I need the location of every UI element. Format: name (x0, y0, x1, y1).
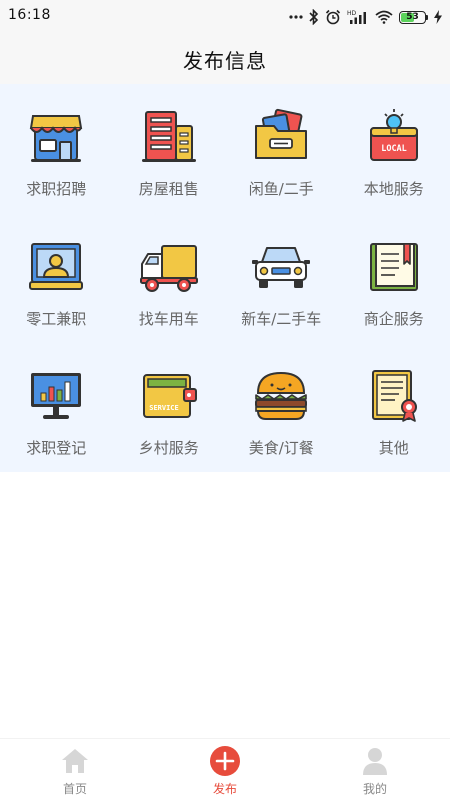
category-label: 本地服务 (363, 180, 424, 198)
dots-icon (289, 14, 303, 20)
car-icon (250, 236, 312, 298)
category-label: 零工兼职 (26, 310, 87, 328)
category-label: 找车用车 (138, 310, 199, 328)
shop-icon (25, 106, 87, 168)
category-label: 乡村服务 (138, 439, 199, 457)
category-part-time[interactable]: 零工兼职 (0, 214, 113, 343)
worker-icon (25, 236, 87, 298)
building-icon (138, 106, 200, 168)
category-label: 其他 (378, 439, 409, 457)
tab-home[interactable]: 首页 (0, 739, 150, 800)
page-header: 发布信息 (0, 34, 450, 84)
status-time: 16:18 (8, 7, 51, 23)
category-find-vehicle[interactable]: 找车用车 (113, 214, 226, 343)
status-icons: HD 53 (289, 7, 442, 27)
tab-label: 首页 (62, 782, 87, 796)
category-second-hand[interactable]: 闲鱼/二手 (225, 84, 338, 214)
category-label: 房屋租售 (138, 180, 199, 198)
local-service-icon: LOCAL (363, 106, 425, 168)
notebook-icon (363, 236, 425, 298)
monitor-chart-icon (25, 365, 87, 427)
bottom-tab-bar: 首页 发布 我的 (0, 738, 450, 800)
category-label: 新车/二手车 (241, 310, 322, 328)
category-job-registration[interactable]: 求职登记 (0, 343, 113, 472)
plus-icon (209, 745, 241, 777)
hd-label: HD (347, 10, 357, 17)
signal-icon: HD (347, 9, 369, 25)
category-job-recruit[interactable]: 求职招聘 (0, 84, 113, 214)
category-label: 美食/订餐 (248, 439, 314, 457)
tab-publish[interactable]: 发布 (150, 739, 300, 800)
local-icon-text: LOCAL (381, 144, 407, 154)
battery-level: 53 (406, 12, 419, 22)
category-house-rental[interactable]: 房屋租售 (113, 84, 226, 214)
charging-icon (434, 10, 442, 24)
battery-icon: 53 (399, 10, 428, 24)
category-label: 商企服务 (363, 310, 424, 328)
category-rural-service[interactable]: SERVICE 乡村服务 (113, 343, 226, 472)
page-title: 发布信息 (183, 48, 267, 73)
tab-label: 发布 (212, 782, 237, 796)
category-cars[interactable]: 新车/二手车 (225, 214, 338, 343)
category-food-order[interactable]: 美食/订餐 (225, 343, 338, 472)
user-icon (359, 745, 391, 777)
category-label: 闲鱼/二手 (248, 180, 314, 198)
service-icon-text: SERVICE (149, 404, 179, 412)
folder-icon (250, 106, 312, 168)
bluetooth-icon (309, 9, 319, 25)
category-label: 求职招聘 (26, 180, 87, 198)
category-business-service[interactable]: 商企服务 (338, 214, 450, 343)
status-bar: 16:18 HD 53 (0, 0, 450, 34)
category-local-service[interactable]: LOCAL 本地服务 (338, 84, 450, 214)
truck-icon (138, 236, 200, 298)
wallet-icon: SERVICE (138, 365, 200, 427)
burger-icon (250, 365, 312, 427)
category-label: 求职登记 (26, 439, 87, 457)
alarm-icon (325, 9, 341, 25)
tab-label: 我的 (362, 782, 387, 796)
home-icon (59, 745, 91, 777)
certificate-icon (363, 365, 425, 427)
tab-mine[interactable]: 我的 (300, 739, 450, 800)
category-other[interactable]: 其他 (338, 343, 450, 472)
wifi-icon (375, 10, 393, 24)
category-grid: 求职招聘 房屋租售 闲鱼/二手 LOCAL 本地服务 零工兼职 找车用车 新车/… (0, 84, 450, 472)
